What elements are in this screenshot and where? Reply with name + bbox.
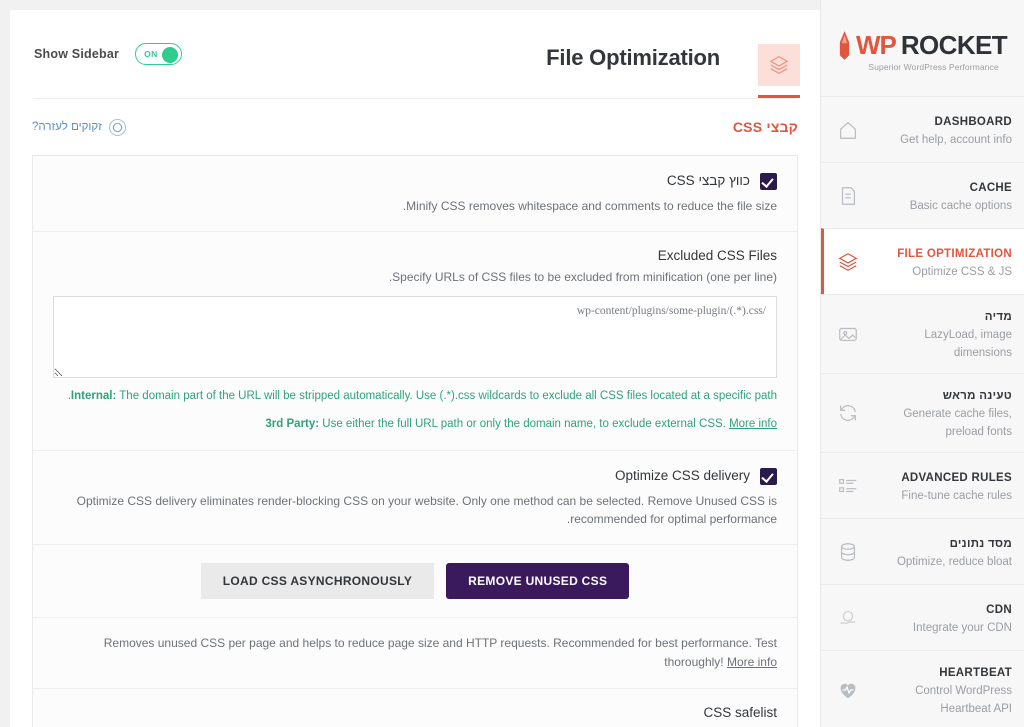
layers-icon [835, 249, 861, 275]
note-internal-text: The domain part of the URL will be strip… [67, 390, 777, 402]
header-icon-underline [758, 95, 800, 98]
sidebar-item-cdn[interactable]: CDN Integrate your CDN [821, 584, 1024, 650]
css-delivery-method-buttons: LOAD CSS ASYNCHRONOUSLY REMOVE UNUSED CS… [33, 545, 797, 618]
cloud-icon [835, 605, 861, 631]
brand-logo: WP ROCKET Superior WordPress Performance [821, 0, 1024, 96]
css-settings-panel: כווץ קבצי CSS Minify CSS removes whitesp… [32, 155, 798, 727]
minify-css-checkbox[interactable] [760, 173, 777, 190]
main-content-area: Show Sidebar ON File Optimization זקוקים… [0, 0, 820, 727]
sidebar-item-subtitle: Optimize, reduce bloat [896, 555, 1012, 568]
sidebar-item-database[interactable]: מסד נתונים Optimize, reduce bloat [821, 518, 1024, 584]
minify-css-description: Minify CSS removes whitespace and commen… [402, 199, 777, 213]
sidebar-item-advanced-rules[interactable]: ADVANCED RULES Fine-tune cache rules [821, 452, 1024, 518]
sidebar-item-media[interactable]: מדיה LazyLoad, image dimensions [821, 294, 1024, 373]
section-header: זקוקים לעזרה? קבצי CSS [10, 99, 820, 155]
need-help-link[interactable]: זקוקים לעזרה? [32, 118, 126, 136]
sidebar-item-subtitle: Optimize CSS & JS [912, 265, 1012, 278]
database-icon [835, 539, 861, 565]
css-safelist-label: CSS safelist [703, 705, 777, 720]
sidebar-item-title: מסד נתונים [949, 537, 1012, 550]
sidebar-item-title: CACHE [969, 181, 1012, 194]
settings-card: Show Sidebar ON File Optimization זקוקים… [10, 10, 820, 727]
row-minify-css: כווץ קבצי CSS Minify CSS removes whitesp… [33, 156, 797, 232]
section-title: קבצי CSS [732, 119, 798, 135]
minify-css-label: כווץ קבצי CSS [666, 173, 750, 188]
show-sidebar-toggle[interactable]: ON [135, 43, 183, 65]
document-icon [835, 183, 861, 209]
optimize-css-delivery-description: Optimize CSS delivery eliminates render-… [76, 494, 777, 526]
row-excluded-css: Excluded CSS Files Specify URLs of CSS f… [33, 232, 797, 451]
load-css-asynchronously-button[interactable]: LOAD CSS ASYNCHRONOUSLY [200, 563, 435, 599]
remove-unused-css-more-info-link[interactable]: More info [727, 655, 777, 669]
refresh-icon [835, 400, 861, 426]
sidebar-item-subtitle: LazyLoad, image dimensions [924, 329, 1012, 359]
page-title: File Optimization [546, 45, 720, 70]
brand-name-row: WP ROCKET [838, 30, 1008, 61]
excluded-css-note-internal: Internal: The domain part of the URL wil… [53, 387, 777, 406]
third-party-more-info-link[interactable]: More info [729, 418, 777, 430]
top-bar: Show Sidebar ON File Optimization [10, 10, 820, 98]
sidebar-item-heartbeat[interactable]: HEARTBEAT Control WordPress Heartbeat AP… [821, 650, 1024, 727]
need-help-text: זקוקים לעזרה? [32, 121, 102, 133]
excluded-css-description: Specify URLs of CSS files to be excluded… [388, 270, 777, 284]
optimize-css-delivery-checkbox[interactable] [760, 468, 777, 485]
home-icon [835, 117, 861, 143]
brand-wp-text: WP [855, 30, 897, 60]
sidebar-item-title: ADVANCED RULES [901, 471, 1012, 484]
image-icon [835, 321, 861, 347]
note-internal-label: Internal: [70, 390, 117, 402]
sidebar: WP ROCKET Superior WordPress Performance… [820, 0, 1024, 727]
show-sidebar-label: Show Sidebar [34, 47, 120, 61]
sidebar-item-subtitle: Integrate your CDN [912, 621, 1012, 634]
note-third-label: 3rd Party: [265, 418, 320, 430]
sidebar-item-preload[interactable]: טעינה מראש Generate cache files, preload… [821, 373, 1024, 452]
excluded-css-label: Excluded CSS Files [657, 248, 777, 263]
toggle-knob[interactable] [162, 46, 179, 63]
sidebar-item-title: CDN [986, 603, 1012, 616]
sidebar-item-subtitle: Basic cache options [909, 199, 1012, 212]
sidebar-item-subtitle: Fine-tune cache rules [901, 489, 1012, 502]
rocket-icon [839, 30, 850, 60]
sidebar-item-title: מדיה [984, 311, 1012, 323]
remove-unused-css-note: Removes unused CSS per page and helps to… [53, 634, 777, 672]
sidebar-item-title: HEARTBEAT [939, 667, 1012, 679]
sidebar-item-subtitle: Control WordPress Heartbeat API [915, 685, 1012, 715]
sidebar-item-dashboard[interactable]: DASHBOARD Get help, account info [821, 96, 1024, 162]
heart-pulse-glyph [840, 683, 856, 699]
heart-pulse-icon [835, 677, 861, 703]
question-circle-icon [108, 118, 126, 136]
excluded-css-textarea[interactable] [53, 296, 777, 378]
brand-tagline: Superior WordPress Performance [868, 62, 999, 72]
row-optimize-css-delivery: Optimize CSS delivery Optimize CSS deliv… [33, 451, 797, 545]
optimize-css-delivery-label: Optimize CSS delivery [614, 468, 750, 483]
sidebar-item-file-optimization[interactable]: FILE OPTIMIZATION Optimize CSS & JS [821, 228, 1024, 294]
sidebar-item-title: טעינה מראש [942, 390, 1012, 402]
row-css-safelist: CSS safelist Specify CSS filenames, IDs … [33, 689, 797, 727]
row-remove-unused-css-note: Removes unused CSS per page and helps to… [33, 618, 797, 689]
remove-unused-css-note-text: Removes unused CSS per page and helps to… [103, 636, 777, 669]
sidebar-item-title: DASHBOARD [934, 115, 1012, 128]
sidebar-item-subtitle: Generate cache files, preload fonts [903, 408, 1012, 438]
file-optimization-header-icon [758, 44, 800, 86]
brand-rocket-text: ROCKET [900, 30, 1008, 60]
wp-rocket-settings-page: Show Sidebar ON File Optimization זקוקים… [0, 0, 1024, 727]
excluded-css-note-third-party: 3rd Party: Use either the full URL path … [53, 415, 777, 434]
layers-icon [769, 56, 789, 74]
remove-unused-css-button[interactable]: REMOVE UNUSED CSS [446, 563, 630, 599]
list-icon [835, 473, 861, 499]
note-third-text: Use either the full URL path or only the… [319, 418, 730, 430]
sidebar-item-cache[interactable]: CACHE Basic cache options [821, 162, 1024, 228]
toggle-state-label: ON [144, 49, 158, 59]
sidebar-item-title: FILE OPTIMIZATION [897, 247, 1012, 260]
sidebar-item-subtitle: Get help, account info [900, 133, 1012, 146]
